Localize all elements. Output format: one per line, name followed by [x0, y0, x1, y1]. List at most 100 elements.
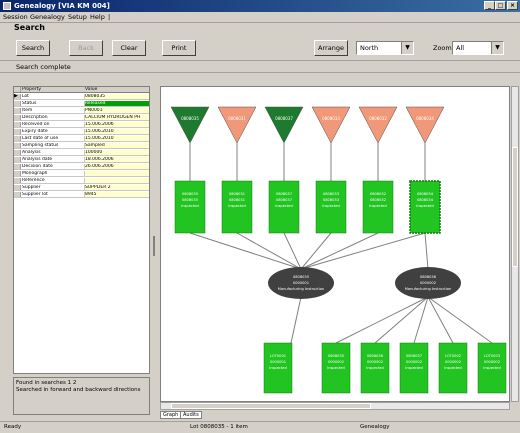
- process-label: 0000001: [293, 281, 309, 285]
- minimize-icon[interactable]: _: [484, 1, 495, 10]
- property-value[interactable]: [84, 178, 149, 183]
- property-row[interactable]: Reference: [14, 178, 149, 184]
- property-row[interactable]: Monograph: [14, 171, 149, 177]
- maximize-icon[interactable]: □: [495, 1, 506, 10]
- property-value[interactable]: 18.006.2006: [84, 157, 149, 162]
- property-value[interactable]: 15.006.2010: [84, 129, 149, 134]
- scroll-thumb[interactable]: [512, 147, 518, 267]
- graph-edge: [300, 232, 332, 270]
- splitter-grip[interactable]: [153, 236, 155, 256]
- process-label: Manufacturing Instruction: [278, 287, 324, 291]
- property-value[interactable]: Sampled: [84, 143, 149, 148]
- info-tabs[interactable]: Found in searches 1 2: [16, 380, 76, 386]
- property-row[interactable]: Last date of use 15.006.2010: [14, 136, 149, 142]
- menu-genealogy[interactable]: Genealogy: [30, 13, 65, 21]
- triangle-label: 0808033: [322, 116, 340, 121]
- batch-label: 0808037: [276, 192, 292, 196]
- property-row[interactable]: Supplier SUPPLIER 2: [14, 185, 149, 191]
- property-value[interactable]: 0808035: [84, 94, 149, 99]
- batch-label: 0808033: [323, 192, 339, 196]
- property-value[interactable]: 8945: [84, 192, 149, 197]
- panel-splitter[interactable]: [151, 86, 157, 416]
- tab-graph[interactable]: Graph: [160, 411, 182, 419]
- clear-button[interactable]: Clear: [112, 40, 146, 56]
- zoom-label: Zoom: [433, 44, 452, 52]
- triangle-label: 0808035: [181, 116, 199, 121]
- search-button[interactable]: Search: [16, 40, 50, 56]
- material-triangle[interactable]: [264, 106, 304, 144]
- batch-label: 0808035: [182, 192, 198, 196]
- row-selector[interactable]: [14, 136, 21, 141]
- property-row[interactable]: Supplier lot 8945: [14, 192, 149, 198]
- output-label: 0000002: [484, 360, 500, 364]
- print-button[interactable]: Print: [162, 40, 196, 56]
- scroll-thumb[interactable]: [171, 403, 371, 409]
- property-value[interactable]: SUPPLIER 2: [84, 185, 149, 190]
- row-selector-icon[interactable]: ▶: [14, 94, 21, 99]
- row-selector[interactable]: [14, 129, 21, 134]
- toolbar: Search Back Clear Print Arrange North ▼ …: [0, 34, 520, 61]
- graph-edge: [189, 232, 302, 270]
- output-label: 0000002: [328, 360, 344, 364]
- property-row[interactable]: Item PN0001: [14, 108, 149, 114]
- grid-corner: [14, 87, 21, 92]
- tab-audits[interactable]: Audits: [180, 411, 202, 419]
- vertical-scrollbar[interactable]: [511, 86, 519, 402]
- batch-label: Inspected: [416, 204, 434, 208]
- chevron-down-icon[interactable]: ▼: [491, 42, 503, 54]
- arrange-value: North: [360, 44, 379, 52]
- property-name: Analysis: [22, 150, 41, 155]
- back-button[interactable]: Back: [69, 40, 103, 56]
- property-row[interactable]: Received on 15.006.2006: [14, 122, 149, 128]
- row-selector[interactable]: [14, 185, 21, 190]
- property-row[interactable]: Analysis date 18.006.2006: [14, 157, 149, 163]
- genealogy-graph: 0808035 0808031 0808037 0808033 0808032 08080…: [170, 106, 507, 394]
- property-row[interactable]: Status Released: [14, 101, 149, 107]
- property-value[interactable]: Released: [84, 101, 149, 106]
- arrange-button[interactable]: Arrange: [314, 40, 348, 56]
- material-triangle[interactable]: [311, 106, 351, 144]
- row-selector[interactable]: [14, 178, 21, 183]
- chevron-down-icon[interactable]: ▼: [401, 42, 413, 54]
- property-name: Last date of use: [22, 136, 59, 141]
- property-row[interactable]: Analysis 100000: [14, 150, 149, 156]
- row-selector[interactable]: [14, 164, 21, 169]
- horizontal-scrollbar[interactable]: [160, 402, 510, 410]
- property-value[interactable]: [84, 171, 149, 176]
- menu-setup[interactable]: Setup: [68, 13, 87, 21]
- triangle-label: 0808032: [369, 116, 387, 121]
- property-row[interactable]: Description CALCIUM HYDROGEN PH: [14, 115, 149, 121]
- close-icon[interactable]: ×: [507, 1, 518, 10]
- property-value[interactable]: 100000: [84, 150, 149, 155]
- property-row[interactable]: Expiry date 15.006.2010: [14, 129, 149, 135]
- output-label: 0000002: [367, 360, 383, 364]
- row-selector[interactable]: [14, 115, 21, 120]
- menu-session[interactable]: Session: [3, 13, 28, 21]
- material-triangle[interactable]: [358, 106, 398, 144]
- genealogy-canvas[interactable]: 0808035 0808031 0808037 0808033 0808032 08080…: [160, 86, 510, 402]
- property-value[interactable]: PN0001: [84, 108, 149, 113]
- property-value[interactable]: CALCIUM HYDROGEN PH: [84, 115, 149, 120]
- property-value[interactable]: 15.006.2006: [84, 122, 149, 127]
- property-row[interactable]: Sampling status Sampled: [14, 143, 149, 149]
- search-status-text: Search complete: [16, 63, 71, 71]
- row-selector[interactable]: [14, 101, 21, 106]
- menu-help[interactable]: Help: [90, 13, 105, 21]
- property-row[interactable]: Decision date 26.006.2006: [14, 164, 149, 170]
- material-triangle[interactable]: [405, 106, 445, 144]
- row-selector[interactable]: [14, 171, 21, 176]
- property-row[interactable]: ▶ Lot 0808035: [14, 94, 149, 100]
- row-selector[interactable]: [14, 192, 21, 197]
- row-selector[interactable]: [14, 108, 21, 113]
- material-triangle[interactable]: [217, 106, 257, 144]
- property-value[interactable]: 26.006.2006: [84, 164, 149, 169]
- arrange-select[interactable]: North ▼: [356, 41, 414, 55]
- row-selector[interactable]: [14, 143, 21, 148]
- property-value[interactable]: 15.006.2010: [84, 136, 149, 141]
- row-selector[interactable]: [14, 150, 21, 155]
- row-selector[interactable]: [14, 122, 21, 127]
- row-selector[interactable]: [14, 157, 21, 162]
- zoom-select[interactable]: All ▼: [452, 41, 504, 55]
- graph-edge: [283, 232, 302, 270]
- material-triangle[interactable]: [170, 106, 210, 144]
